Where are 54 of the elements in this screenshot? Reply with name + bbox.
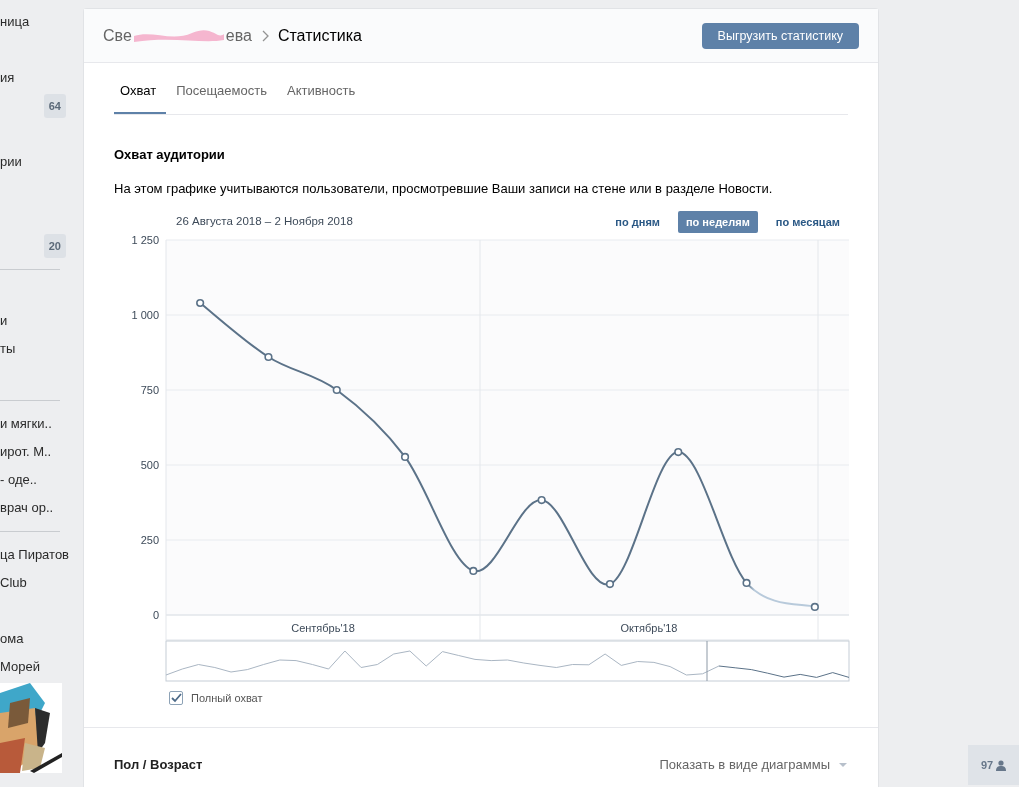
sidebar-item[interactable]: и мягки.. [0,414,52,434]
section-title: Пол / Возраст [114,755,203,774]
axis-tick-label: 1 000 [131,309,159,321]
breadcrumb-current: Статистика [277,25,362,46]
sidebar-item[interactable]: ирот. М.. [0,442,52,462]
counter-badge: 20 [43,233,66,259]
period-button[interactable]: по неделям [677,210,758,234]
navigator-handle[interactable] [706,640,708,682]
breadcrumb-link[interactable]: ева [225,23,252,48]
axis-tick-label: 750 [140,384,159,396]
legend-label: Полный охват [191,691,263,706]
axis-tick-label: Октябрь'18 [620,622,678,634]
axis-tick-label: 1 250 [131,234,159,246]
tab[interactable]: Посещаемость [170,80,277,114]
sidebar-item[interactable]: ома [0,629,24,649]
sidebar-item[interactable]: рии [0,152,22,172]
person-icon [996,759,1007,771]
tab[interactable]: Охват [114,80,167,114]
legend-checkbox[interactable] [169,691,183,706]
axis-tick-label: Сентябрь'18 [291,622,355,634]
sidebar-item[interactable]: врач ор.. [0,498,54,518]
section-description: На этом графике учитываются пользователи, просмотревшие Ваши записи на стене или в разделе Новости. [114,179,774,198]
data-point [332,385,341,395]
sidebar-item[interactable]: Club [0,573,27,593]
sidebar-item[interactable]: Морей [0,657,40,677]
period-button[interactable]: по дням [607,210,668,234]
data-point [400,452,410,461]
axis-tick-label: 0 [152,609,159,621]
sidebar-item[interactable]: и [0,311,8,331]
caret-icon [838,761,848,768]
data-point [810,602,819,611]
data-point [742,578,751,587]
data-point [196,298,205,308]
sidebar-item[interactable]: - оде.. [0,470,37,490]
view-toggle-link[interactable]: Показать в виде диаграммы [659,754,830,775]
section-title: Охват аудитории [114,146,226,164]
sidebar-item[interactable]: ты [0,339,16,359]
data-point [605,580,615,589]
sidebar-item[interactable]: ница [0,12,30,32]
data-point [537,496,546,505]
data-point [674,448,683,457]
data-point [264,352,273,362]
online-counter[interactable]: 97 [968,745,1019,785]
period-button[interactable]: по месяцам [767,210,848,234]
counter-badge: 64 [43,93,66,119]
tab[interactable]: Активность [281,80,366,114]
data-point [469,566,478,575]
axis-tick-label: 500 [140,459,159,471]
export-button[interactable]: Выгрузить статистику [701,22,859,49]
date-range: 26 Августа 2018 – 2 Ноября 2018 [176,214,353,230]
breadcrumb-link[interactable]: Све [103,23,132,48]
sidebar-item[interactable]: ца Пиратов [0,545,69,565]
axis-tick-label: 250 [140,534,159,546]
sidebar-item[interactable]: ия [0,68,15,88]
